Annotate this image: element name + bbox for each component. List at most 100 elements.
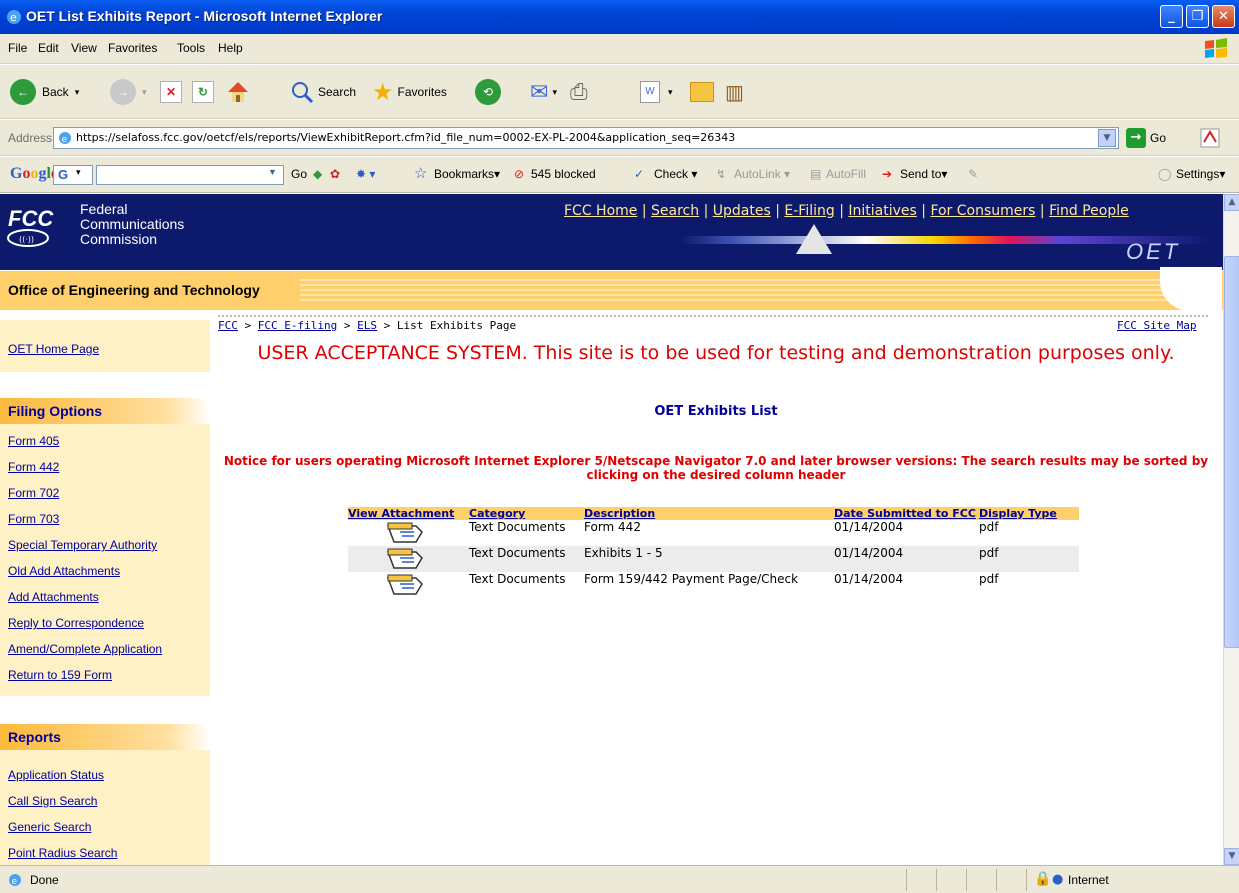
settings-button[interactable]: Settings▾ xyxy=(1176,167,1225,181)
minimize-button[interactable]: _ xyxy=(1160,5,1183,28)
sidebar-item-old-add-attachments[interactable]: Old Add Attachments xyxy=(8,564,120,578)
sidebar-oet-home[interactable]: OET Home Page xyxy=(8,342,99,356)
nav-for-consumers[interactable]: For Consumers xyxy=(930,203,1035,219)
category-cell: Text Documents xyxy=(469,546,584,572)
address-dropdown-icon[interactable]: ▼ xyxy=(1098,129,1116,147)
sidebar-item-call-sign-search[interactable]: Call Sign Search xyxy=(8,794,97,808)
vertical-scrollbar[interactable]: ▲ ▼ xyxy=(1223,194,1239,865)
menu-edit[interactable]: Edit xyxy=(38,41,59,55)
sidebar-item-form-702[interactable]: Form 702 xyxy=(8,486,59,500)
sidebar-item-special-temporary-authority[interactable]: Special Temporary Authority xyxy=(8,538,157,552)
nav-fcc-home[interactable]: FCC Home xyxy=(564,203,637,219)
refresh-button[interactable]: ↻ xyxy=(192,78,214,106)
edit-dropdown-icon: ▾ xyxy=(668,86,673,97)
scroll-up-icon[interactable]: ▲ xyxy=(1224,194,1239,211)
history-button[interactable]: ⟲ xyxy=(475,78,501,106)
col-header-view-attachment[interactable]: View Attachment xyxy=(348,507,469,520)
date-cell: 01/14/2004 xyxy=(834,572,904,586)
maximize-button[interactable]: ❐ xyxy=(1186,5,1209,28)
address-bar: Address https://selafoss.fcc.gov/oetcf/e… xyxy=(0,120,1239,156)
nav-find-people[interactable]: Find People xyxy=(1049,203,1129,219)
back-button[interactable]: ← Back ▾ xyxy=(10,78,79,106)
menu-file[interactable]: File xyxy=(8,41,27,55)
google-search-dropdown-icon[interactable]: ▼ xyxy=(268,167,277,177)
col-header-date-submitted[interactable]: Date Submitted to FCC xyxy=(834,507,979,520)
edit-button[interactable]: W ▾ xyxy=(640,78,673,106)
send-to-button[interactable]: Send to▾ xyxy=(900,167,947,181)
sidebar-item-return-to-159-form[interactable]: Return to 159 Form xyxy=(8,668,112,682)
go-arrow-icon: → xyxy=(1126,128,1146,148)
breadcrumb-fcc[interactable]: FCC xyxy=(218,319,238,332)
description-cell: Form 442 xyxy=(584,520,641,534)
fcc-name-line1: Federal xyxy=(80,201,128,217)
sidebar-item-reply-to-correspondence[interactable]: Reply to Correspondence xyxy=(8,616,144,630)
check-button[interactable]: Check ▾ xyxy=(654,167,697,181)
col-header-category[interactable]: Category xyxy=(469,507,584,520)
autolink-button[interactable]: AutoLink ▾ xyxy=(734,167,790,181)
sidebar-item-point-radius-search[interactable]: Point Radius Search xyxy=(8,846,117,860)
print-button[interactable]: ⎙ xyxy=(570,78,588,106)
autofill-button[interactable]: AutoFill xyxy=(826,167,866,181)
category-cell: Text Documents xyxy=(469,572,566,586)
nav-e-filing[interactable]: E-Filing xyxy=(784,203,834,219)
mail-button[interactable]: ✉ ▾ xyxy=(530,78,557,106)
table-row: Text Documents Form 442 01/14/2004 pdf xyxy=(348,520,1079,546)
view-attachment-hand-icon[interactable] xyxy=(386,520,424,544)
address-label: Address xyxy=(8,131,53,145)
nav-updates[interactable]: Updates xyxy=(713,203,771,219)
view-attachment-hand-icon[interactable] xyxy=(386,572,424,596)
table-row: Text Documents Form 159/442 Payment Page… xyxy=(348,572,1079,598)
col-header-description[interactable]: Description xyxy=(584,507,834,520)
stop-button[interactable]: ✕ xyxy=(160,78,182,106)
breadcrumb-els[interactable]: ELS xyxy=(357,319,377,332)
sidebar-item-add-attachments[interactable]: Add Attachments xyxy=(8,590,99,604)
sidebar-item-amend-complete-application[interactable]: Amend/Complete Application xyxy=(8,642,162,656)
sidebar-item-form-405[interactable]: Form 405 xyxy=(8,434,59,448)
go-label: Go xyxy=(1150,131,1167,145)
google-go-button[interactable]: Go xyxy=(291,167,307,181)
google-news-icon[interactable]: ✿ xyxy=(330,167,340,181)
sidebar-home-block: OET Home Page xyxy=(0,320,210,372)
bookmarks-button[interactable]: Bookmarks▾ xyxy=(434,167,500,181)
search-button[interactable]: Search xyxy=(290,78,356,106)
forward-button[interactable]: → ▾ xyxy=(110,78,147,106)
fcc-logo[interactable]: FCC ((·)) xyxy=(6,206,76,250)
view-attachment-cell xyxy=(348,572,469,598)
close-button[interactable]: ✕ xyxy=(1212,5,1235,28)
folder-button[interactable] xyxy=(690,78,714,106)
col-header-display-type[interactable]: Display Type xyxy=(979,507,1079,520)
popup-blocked-count[interactable]: 545 blocked xyxy=(531,167,596,181)
home-button[interactable] xyxy=(225,78,251,106)
status-page-icon: e xyxy=(9,874,21,887)
status-divider xyxy=(936,869,937,891)
menu-view[interactable]: View xyxy=(71,41,97,55)
address-input[interactable]: https://selafoss.fcc.gov/oetcf/els/repor… xyxy=(53,127,1119,149)
sidebar-item-application-status[interactable]: Application Status xyxy=(8,768,104,782)
site-map-link[interactable]: FCC Site Map xyxy=(1117,319,1196,332)
favorites-button[interactable]: ★ Favorites xyxy=(372,78,447,106)
breadcrumb-efiling[interactable]: FCC E-filing xyxy=(258,319,337,332)
highlighter-icon[interactable]: ✎ xyxy=(968,167,978,181)
scroll-thumb[interactable] xyxy=(1224,256,1239,648)
scroll-down-icon[interactable]: ▼ xyxy=(1224,848,1239,865)
nav-initiatives[interactable]: Initiatives xyxy=(848,203,916,219)
research-button[interactable]: ▥ xyxy=(725,78,744,106)
acrobat-icon[interactable] xyxy=(1198,124,1224,150)
nav-search[interactable]: Search xyxy=(651,203,699,219)
menu-tools[interactable]: Tools xyxy=(177,41,205,55)
sidebar-item-generic-search[interactable]: Generic Search xyxy=(8,820,91,834)
mail-dropdown-icon: ▾ xyxy=(552,86,557,97)
reports-title: Reports xyxy=(8,729,61,745)
google-search-input[interactable] xyxy=(96,165,284,185)
google-menu-button[interactable]: G ▾ xyxy=(53,165,93,185)
menu-favorites[interactable]: Favorites xyxy=(108,41,157,55)
toolbar: ← Back ▾ → ▾ ✕ ↻ Search ★ Favorites ⟲ ✉ … xyxy=(0,65,1239,119)
menu-help[interactable]: Help xyxy=(218,41,243,55)
sidebar-item-form-703[interactable]: Form 703 xyxy=(8,512,59,526)
google-puzzle-icon[interactable]: ✸ ▾ xyxy=(356,167,375,181)
go-button[interactable]: → Go xyxy=(1126,128,1166,148)
view-attachment-hand-icon[interactable] xyxy=(386,546,424,570)
sidebar-item-form-442[interactable]: Form 442 xyxy=(8,460,59,474)
view-attachment-cell xyxy=(348,546,469,572)
status-divider xyxy=(1026,869,1027,891)
